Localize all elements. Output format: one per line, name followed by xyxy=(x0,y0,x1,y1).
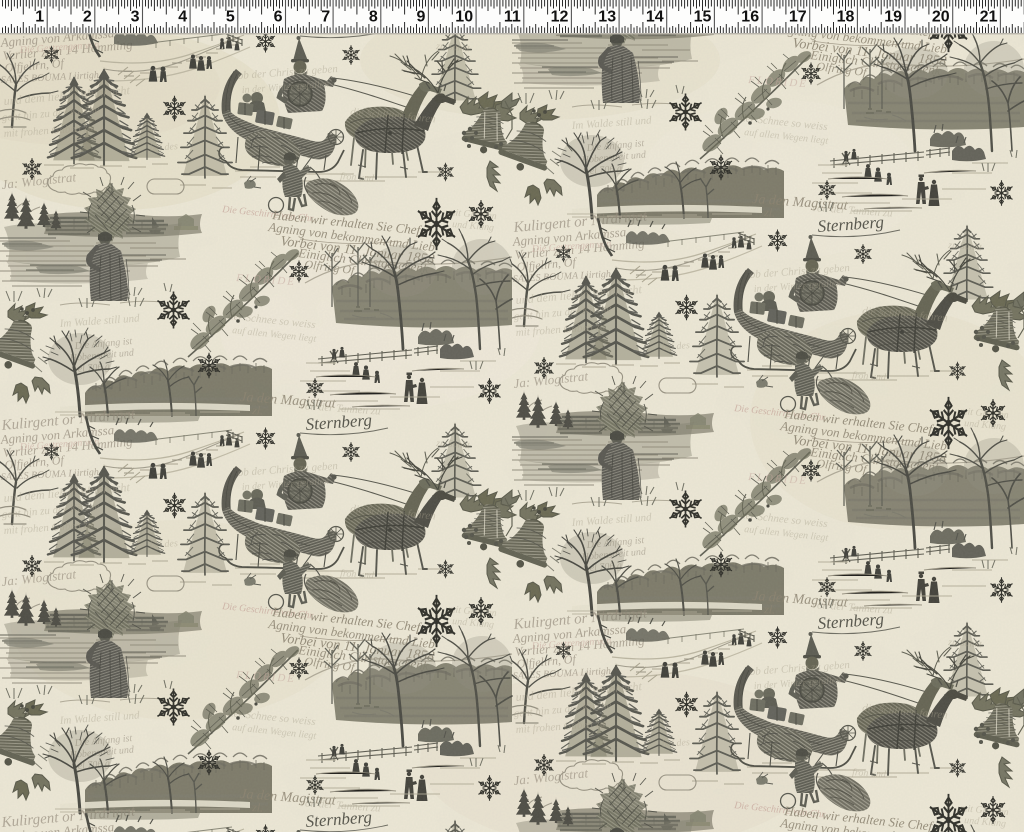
svg-text:10: 10 xyxy=(455,9,473,26)
svg-text:5: 5 xyxy=(226,9,235,26)
svg-text:6: 6 xyxy=(274,9,283,26)
svg-text:19: 19 xyxy=(884,9,902,26)
svg-text:2: 2 xyxy=(83,9,92,26)
svg-text:12: 12 xyxy=(551,9,569,26)
svg-text:9: 9 xyxy=(416,9,425,26)
svg-text:4: 4 xyxy=(178,9,187,26)
svg-text:3: 3 xyxy=(131,9,140,26)
svg-text:16: 16 xyxy=(741,9,759,26)
svg-text:18: 18 xyxy=(837,9,855,26)
svg-text:7: 7 xyxy=(321,9,330,26)
svg-text:14: 14 xyxy=(646,9,664,26)
svg-text:8: 8 xyxy=(369,9,378,26)
svg-text:21: 21 xyxy=(980,9,998,26)
svg-text:11: 11 xyxy=(504,9,521,26)
svg-text:1: 1 xyxy=(35,9,44,26)
svg-text:15: 15 xyxy=(694,9,712,26)
svg-text:17: 17 xyxy=(789,9,807,26)
svg-text:20: 20 xyxy=(932,9,950,26)
svg-text:13: 13 xyxy=(598,9,616,26)
